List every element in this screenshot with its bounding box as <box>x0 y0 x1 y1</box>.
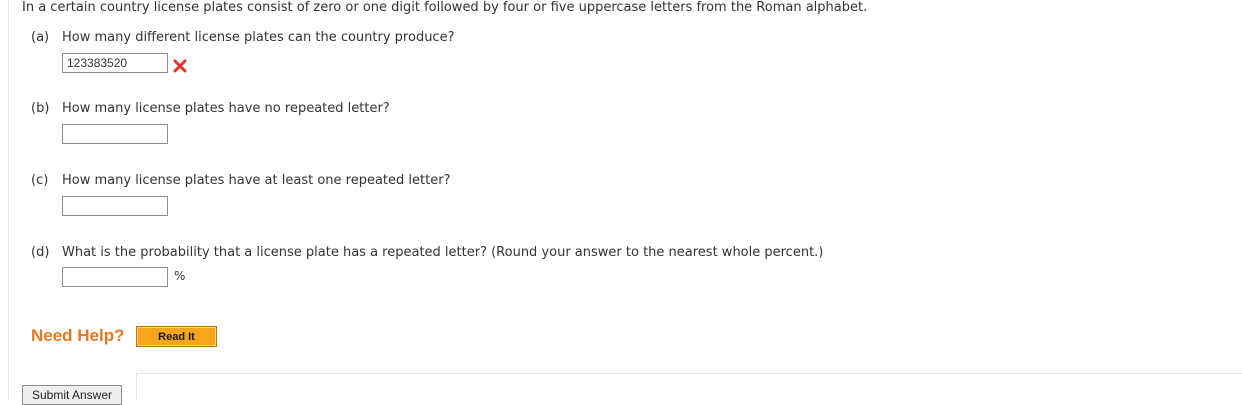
part-a-question: (a) How many different license plates can… <box>31 30 454 45</box>
part-c-text: How many license plates have at least on… <box>62 173 451 188</box>
part-a-text: How many different license plates can th… <box>62 30 455 45</box>
percent-unit: % <box>174 269 186 283</box>
part-a-answer-input[interactable] <box>62 53 168 73</box>
part-d-answer-input[interactable] <box>62 267 168 287</box>
need-help-label: Need Help? <box>31 326 125 345</box>
part-d-label: (d) <box>31 245 50 260</box>
part-b-label: (b) <box>31 101 50 116</box>
part-c-answer-input[interactable] <box>62 196 168 216</box>
submit-answer-label: Submit Answer <box>31 388 113 402</box>
question-intro: In a certain country license plates cons… <box>22 0 868 15</box>
part-b-answer-input[interactable] <box>62 124 168 144</box>
part-b-text: How many license plates have no repeated… <box>62 101 390 116</box>
part-d-question: (d) What is the probability that a licens… <box>31 245 823 260</box>
read-it-label: Read It <box>158 330 195 343</box>
wrong-x-icon <box>173 59 187 73</box>
part-c-label: (c) <box>31 173 49 188</box>
read-it-button[interactable]: Read It <box>136 326 217 347</box>
part-c-question: (c) How many license plates have at least… <box>31 173 450 188</box>
submit-answer-button[interactable]: Submit Answer <box>22 385 122 405</box>
part-d-text: What is the probability that a license p… <box>62 245 824 260</box>
left-divider <box>8 0 9 401</box>
part-a-label: (a) <box>31 30 50 45</box>
part-b-question: (b) How many license plates have no repea… <box>31 101 390 116</box>
bottom-panel <box>136 373 1242 401</box>
